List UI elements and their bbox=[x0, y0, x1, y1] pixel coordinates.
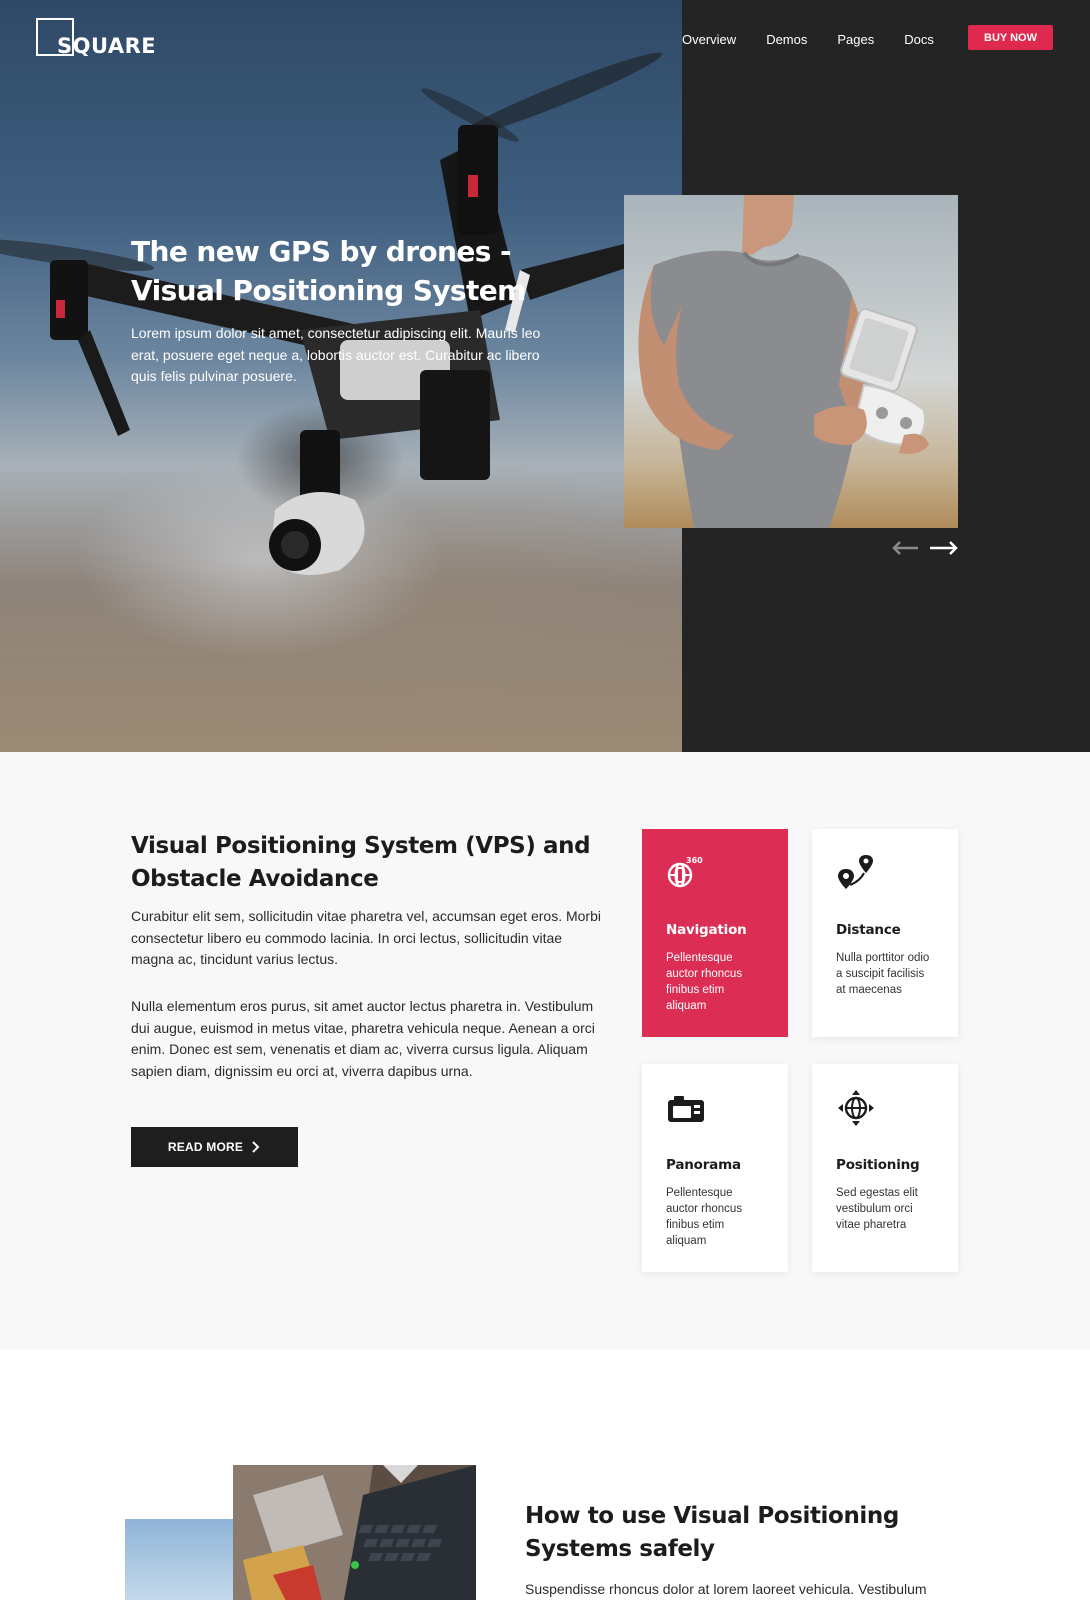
card-description: Pellentesque auctor rhoncus finibus etim… bbox=[666, 952, 743, 1012]
nav-link-demos[interactable]: Demos bbox=[766, 32, 807, 47]
features-section: Visual Positioning System (VPS) and Obst… bbox=[0, 752, 1090, 1349]
hero-title: The new GPS by drones - Visual Positioni… bbox=[131, 235, 526, 307]
card-description: Sed egestas elit vestibulum orci vitae p… bbox=[836, 1187, 918, 1231]
read-more-button[interactable]: READ MORE bbox=[131, 1127, 298, 1167]
howto-section: How to use Visual Positioning Systems sa… bbox=[0, 1349, 1090, 1600]
features-paragraph-2: Nulla elementum eros purus, sit amet auc… bbox=[131, 998, 595, 1079]
hero-section: SQUARE Overview Demos Pages Docs BUY NOW… bbox=[0, 0, 1090, 752]
distance-pins-icon bbox=[838, 855, 873, 889]
navigation-badge: 360 bbox=[686, 856, 703, 865]
features-title-part: Obstacle Avoidance bbox=[131, 866, 379, 892]
navigation-360-icon: 360 bbox=[667, 856, 703, 888]
card-description: Pellentesque auctor rhoncus finibus etim… bbox=[666, 1187, 743, 1247]
globe-arrows-icon bbox=[838, 1090, 874, 1126]
camera-icon bbox=[668, 1096, 704, 1122]
card-title: Panorama bbox=[666, 1157, 741, 1173]
buy-now-button[interactable]: BUY NOW bbox=[968, 25, 1053, 50]
main-nav: Overview Demos Pages Docs bbox=[682, 26, 964, 52]
features-paragraph-1: Curabitur elit sem, sollicitudin vitae p… bbox=[131, 908, 601, 967]
slider-arrows bbox=[892, 541, 958, 555]
prev-arrow-icon[interactable] bbox=[892, 541, 918, 555]
chevron-right-icon bbox=[252, 1141, 260, 1153]
read-more-label: READ MORE bbox=[167, 1140, 244, 1154]
features-title-part: Visual Positioning System bbox=[131, 833, 458, 859]
desk-laptop-illustration bbox=[233, 1465, 476, 1600]
sky-photo bbox=[125, 1519, 235, 1600]
nav-link-pages[interactable]: Pages bbox=[837, 32, 874, 47]
features-title-part: and bbox=[543, 833, 591, 859]
howto-title: How to use Visual Positioning Systems sa… bbox=[525, 1503, 899, 1562]
card-title: Distance bbox=[836, 922, 901, 938]
hero-subtitle: Lorem ipsum dolor sit amet, consectetur … bbox=[131, 325, 541, 384]
feature-card-panorama[interactable]: Panorama Pellentesque auctor rhoncus fin… bbox=[642, 1064, 788, 1272]
logo[interactable]: SQUARE bbox=[36, 18, 176, 62]
next-arrow-icon[interactable] bbox=[930, 541, 958, 555]
nav-link-docs[interactable]: Docs bbox=[904, 32, 934, 47]
pilot-with-controller-photo bbox=[624, 195, 958, 528]
logo-text: SQUARE bbox=[57, 34, 157, 58]
feature-card-positioning[interactable]: Positioning Sed egestas elit vestibulum … bbox=[812, 1064, 958, 1272]
card-title: Positioning bbox=[836, 1157, 920, 1173]
card-title: Navigation bbox=[666, 922, 747, 938]
desk-laptop-photo bbox=[233, 1465, 476, 1600]
nav-link-overview[interactable]: Overview bbox=[682, 32, 736, 47]
features-title: Visual Positioning System (VPS) and Obst… bbox=[131, 830, 611, 896]
hero-slide-image bbox=[624, 195, 958, 528]
feature-card-navigation[interactable]: 360 Navigation Pellentesque auctor rhonc… bbox=[642, 829, 788, 1037]
howto-paragraph: Suspendisse rhoncus dolor at lorem laore… bbox=[525, 1581, 927, 1597]
card-description: Nulla porttitor odio a suscipit facilisi… bbox=[836, 952, 930, 996]
features-title-part: (VPS) bbox=[457, 833, 544, 859]
feature-card-distance[interactable]: Distance Nulla porttitor odio a suscipit… bbox=[812, 829, 958, 1037]
